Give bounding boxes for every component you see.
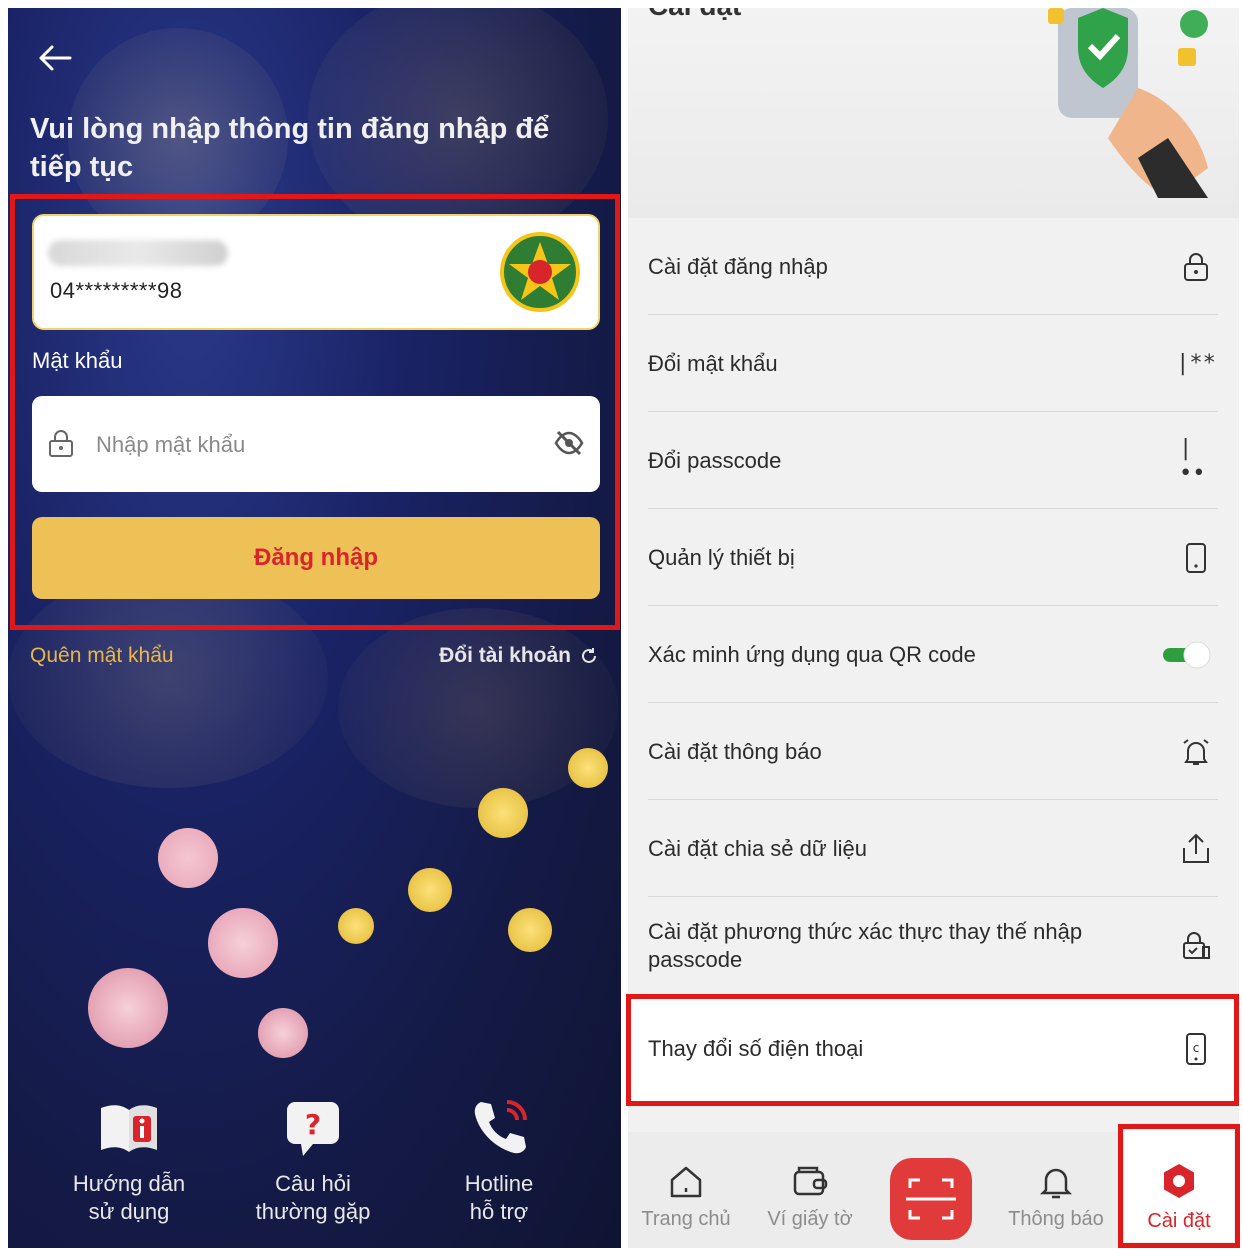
switch-account-label: Đổi tài khoản (439, 644, 571, 667)
nav-notifications[interactable]: Thông báo (996, 1162, 1116, 1231)
scan-button[interactable] (890, 1158, 972, 1240)
nav-settings[interactable]: Cài đặt (1124, 1130, 1234, 1242)
passcode-icon: |•• (1179, 435, 1206, 486)
wallet-icon (793, 1166, 828, 1196)
setting-data-sharing-label: Cài đặt chia sẻ dữ liệu (648, 835, 867, 861)
screenshot-frame: Vui lòng nhập thông tin đăng nhập để tiế… (0, 0, 1243, 1249)
setting-alt-auth-label: Cài đặt phương thức xác thực thay thế nh… (648, 919, 1083, 972)
settings-hexagon-icon (1164, 1164, 1194, 1198)
hotline-line2: hỗ trợ (469, 1199, 529, 1224)
setting-notifications-label: Cài đặt thông báo (648, 738, 822, 764)
bell-icon (1039, 1168, 1073, 1199)
account-number: 04*********98 (50, 278, 183, 303)
phone-icon (474, 1100, 527, 1154)
setting-data-sharing[interactable]: Cài đặt chia sẻ dữ liệu (628, 800, 1239, 897)
svg-text:c: c (1193, 1041, 1200, 1055)
bell-icon (1179, 735, 1213, 769)
setting-qr-verify: Xác minh ứng dụng qua QR code (628, 606, 1239, 703)
guide-link[interactable]: Hướng dẫn sử dụng (44, 1096, 214, 1226)
qr-toggle[interactable] (1161, 638, 1213, 672)
account-card[interactable]: 04*********98 (32, 214, 600, 330)
share-icon (1179, 832, 1213, 866)
password-icon: |** (1176, 351, 1216, 376)
nav-home[interactable]: Trang chủ (628, 1162, 746, 1231)
setting-change-phone[interactable]: Thay đổi số điện thoại c (628, 1000, 1239, 1097)
blossom-decoration (338, 908, 374, 944)
blurred-account-name (48, 240, 228, 266)
nav-wallet-label: Ví giấy tờ (767, 1208, 853, 1230)
refresh-icon (582, 648, 596, 663)
blossom-decoration (208, 908, 278, 978)
security-illustration-icon (1048, 8, 1208, 198)
forgot-password-link[interactable]: Quên mật khẩu (30, 644, 174, 668)
switch-account-link[interactable]: Đổi tài khoản (439, 644, 599, 668)
nav-notifications-label: Thông báo (1008, 1208, 1104, 1230)
setting-notifications[interactable]: Cài đặt thông báo (628, 703, 1239, 800)
faq-link[interactable]: ? Câu hỏi thường gặp (228, 1096, 398, 1226)
device-icon (1179, 541, 1213, 575)
blossom-decoration (408, 868, 452, 912)
blossom-decoration (508, 908, 552, 952)
scan-icon (906, 1178, 956, 1220)
book-icon (101, 1105, 157, 1152)
login-button[interactable]: Đăng nhập (32, 517, 600, 599)
blossom-decoration (478, 788, 528, 838)
password-input[interactable]: Nhập mật khẩu (32, 396, 600, 492)
nav-home-label: Trang chủ (641, 1208, 731, 1230)
nav-settings-label: Cài đặt (1147, 1210, 1211, 1232)
login-screen: Vui lòng nhập thông tin đăng nhập để tiế… (8, 8, 621, 1248)
lock-icon (49, 430, 73, 457)
settings-screen: Cài đặt Cài đặt đăng nhập Đổi mật khẩu |… (628, 8, 1239, 1248)
firework-decoration (8, 568, 328, 788)
auth-icon (1179, 929, 1213, 963)
setting-change-phone-label: Thay đổi số điện thoại (648, 1035, 864, 1061)
hotline-line1: Hotline (464, 1171, 534, 1196)
setting-device-management-label: Quản lý thiết bị (648, 544, 795, 570)
home-icon (670, 1166, 702, 1198)
setting-qr-verify-label: Xác minh ứng dụng qua QR code (648, 641, 976, 667)
emblem-icon (500, 232, 580, 312)
back-arrow-icon[interactable] (38, 44, 72, 72)
settings-title: Cài đặt (648, 8, 741, 22)
setting-change-password-label: Đổi mật khẩu (648, 350, 778, 376)
password-label: Mật khẩu (32, 348, 123, 373)
eye-off-icon[interactable] (554, 430, 584, 456)
faq-line2: thường gặp (255, 1199, 371, 1224)
phone-change-icon: c (1179, 1032, 1213, 1066)
question-icon: ? (287, 1102, 339, 1156)
nav-wallet[interactable]: Ví giấy tờ (750, 1162, 870, 1231)
guide-line2: sử dụng (88, 1199, 170, 1224)
blossom-decoration (158, 828, 218, 888)
setting-change-passcode-label: Đổi passcode (648, 447, 782, 473)
blossom-decoration (258, 1008, 308, 1058)
setting-change-password[interactable]: Đổi mật khẩu |** (628, 315, 1239, 412)
setting-device-management[interactable]: Quản lý thiết bị (628, 509, 1239, 606)
blossom-decoration (88, 968, 168, 1048)
setting-login-label: Cài đặt đăng nhập (648, 253, 828, 279)
blossom-decoration (568, 748, 608, 788)
setting-change-passcode[interactable]: Đổi passcode |•• (628, 412, 1239, 509)
svg-text:?: ? (305, 1108, 321, 1141)
settings-banner: Cài đặt (628, 8, 1239, 218)
lock-icon (1179, 250, 1213, 284)
setting-login[interactable]: Cài đặt đăng nhập (628, 218, 1239, 315)
password-placeholder: Nhập mật khẩu (96, 432, 246, 457)
guide-line1: Hướng dẫn (72, 1171, 186, 1196)
hotline-link[interactable]: Hotline hỗ trợ (414, 1096, 584, 1226)
toggle-icon (1163, 641, 1211, 668)
setting-alt-auth[interactable]: Cài đặt phương thức xác thực thay thế nh… (628, 897, 1239, 995)
login-title: Vui lòng nhập thông tin đăng nhập để tiế… (30, 113, 550, 183)
faq-line1: Câu hỏi (275, 1171, 351, 1196)
